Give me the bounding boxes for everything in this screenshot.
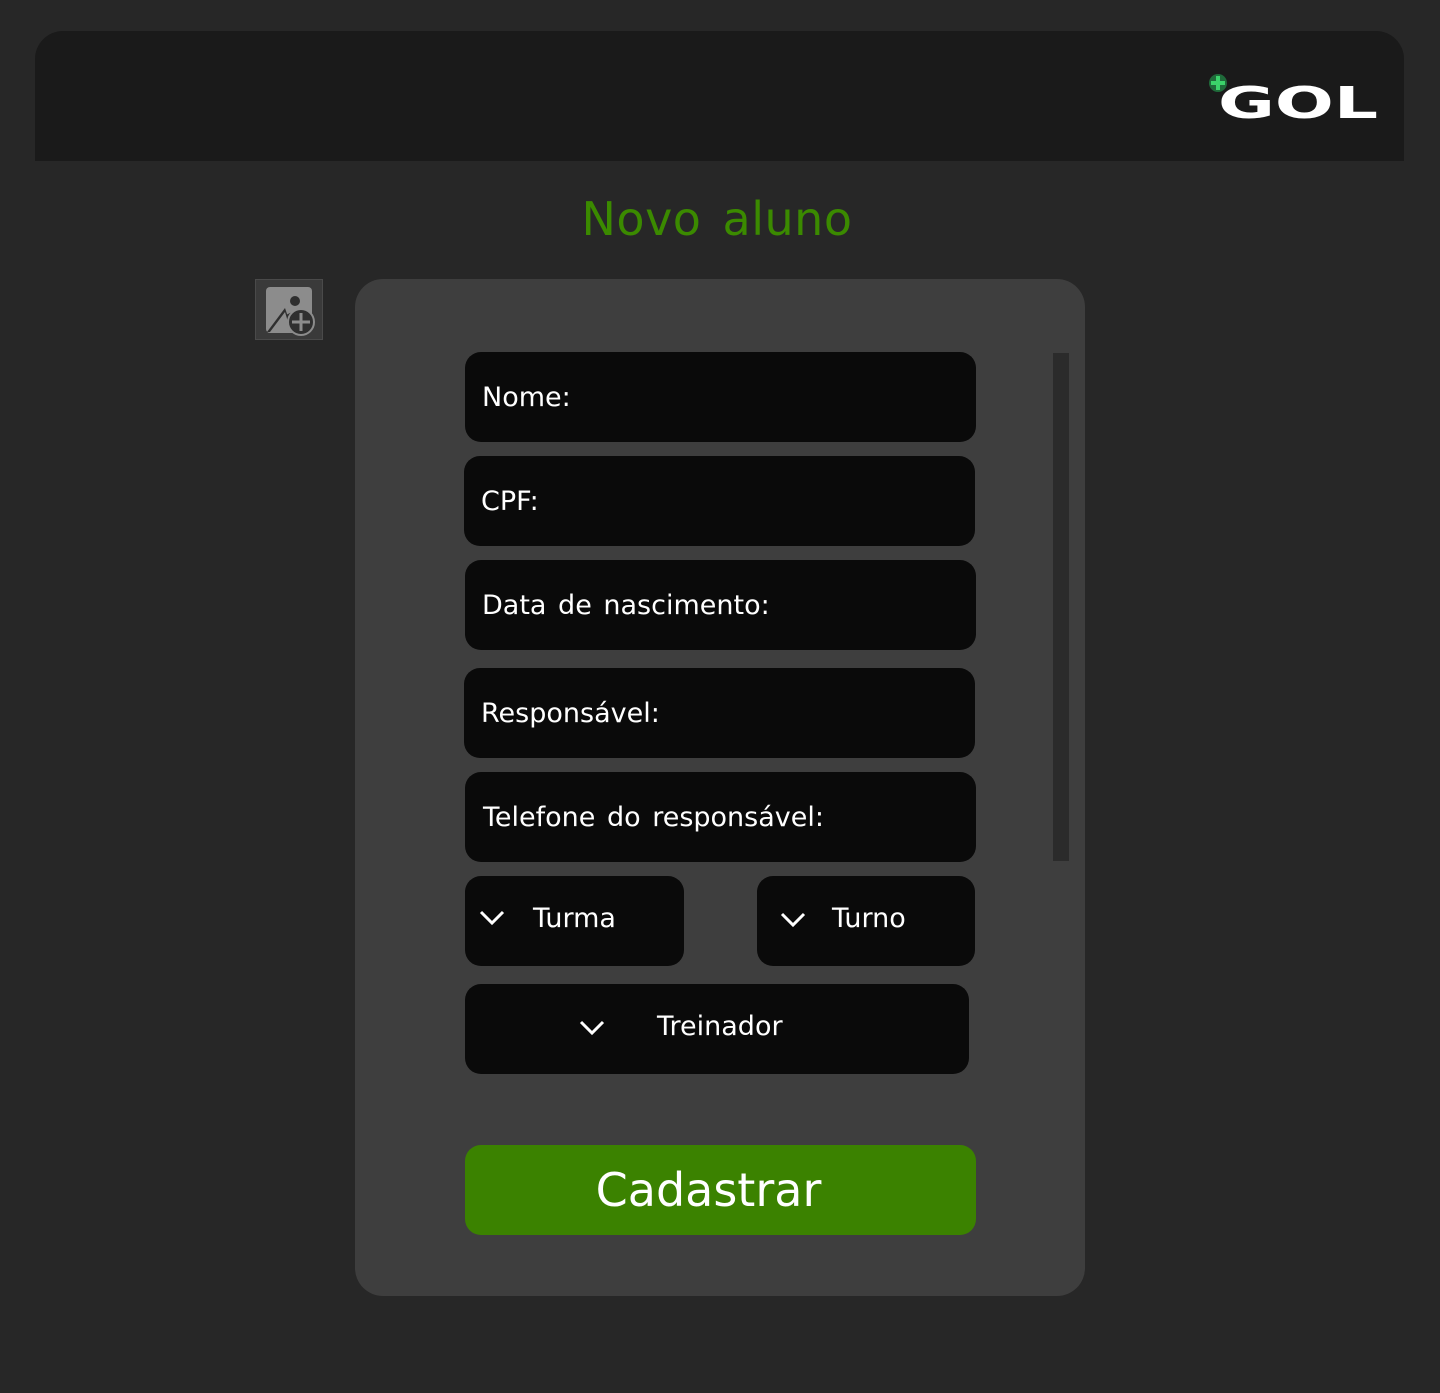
cpf-input[interactable] xyxy=(464,456,975,546)
guardian-phone-input[interactable] xyxy=(465,772,976,862)
guardian-input[interactable] xyxy=(464,668,975,758)
name-field[interactable]: Nome: xyxy=(465,352,976,442)
svg-text:GOL: GOL xyxy=(1218,78,1378,126)
cpf-field[interactable]: CPF: xyxy=(464,456,975,546)
submit-button-label: Cadastrar xyxy=(595,1163,822,1217)
birth-date-input[interactable] xyxy=(465,560,976,650)
shift-select[interactable]: Turno xyxy=(757,876,975,966)
trainer-select[interactable]: Treinador xyxy=(465,984,969,1074)
guardian-phone-field[interactable]: Telefone do responsável: xyxy=(465,772,976,862)
chevron-down-icon xyxy=(780,912,806,928)
form-scrollbar[interactable] xyxy=(1053,353,1069,861)
shift-select-label: Turno xyxy=(832,903,906,934)
chevron-down-icon xyxy=(479,910,505,926)
submit-button[interactable]: Cadastrar xyxy=(465,1145,976,1235)
guardian-field[interactable]: Responsável: xyxy=(464,668,975,758)
page-title: Novo aluno xyxy=(581,192,853,246)
trainer-select-label: Treinador xyxy=(657,1011,783,1042)
add-photo-button[interactable] xyxy=(255,279,323,340)
class-select[interactable]: Turma xyxy=(465,876,684,966)
chevron-down-icon xyxy=(579,1020,605,1036)
birth-date-field[interactable]: Data de nascimento: xyxy=(465,560,976,650)
name-input[interactable] xyxy=(465,352,976,442)
class-select-label: Turma xyxy=(533,903,616,934)
add-image-icon xyxy=(266,287,315,336)
gol-logo: GOL xyxy=(1209,74,1378,126)
app-header xyxy=(35,31,1404,161)
